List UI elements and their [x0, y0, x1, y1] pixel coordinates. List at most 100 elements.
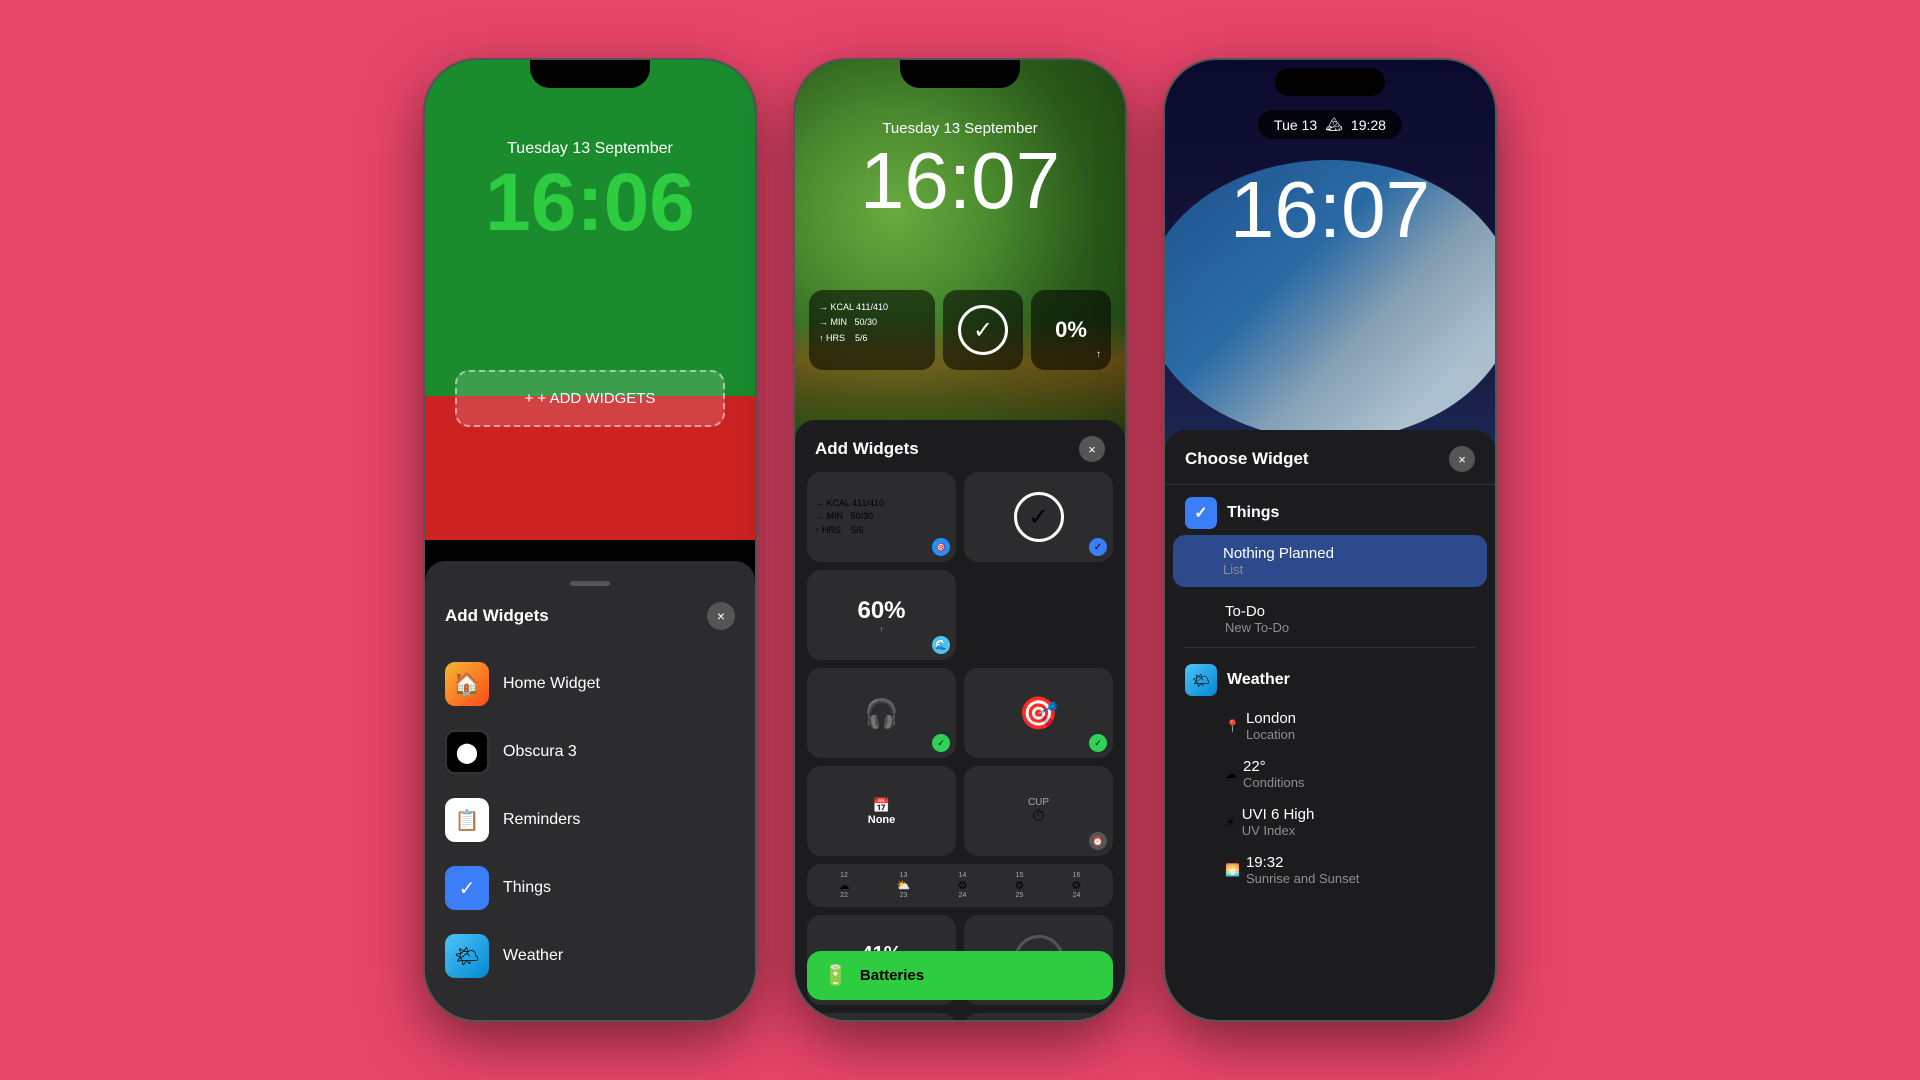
conditions-name: 22° [1243, 758, 1304, 775]
weather-label: Weather [503, 947, 563, 965]
obscura-icon: ⬤ [445, 730, 489, 774]
check-badge: ✓ [1089, 538, 1107, 556]
phone1-time-area: Tuesday 13 September 16:06 [425, 140, 755, 244]
conditions-row: ☁ 22° Conditions [1225, 758, 1475, 790]
things-section-header: ✓ Things [1165, 485, 1495, 535]
weather-section-icon: 🌤 [1185, 664, 1217, 696]
location-icon: 📍 [1225, 719, 1240, 733]
phone3-time-area: 16:07 [1165, 170, 1495, 250]
london-name: London [1246, 710, 1296, 727]
dynamic-island [1275, 68, 1385, 96]
phone3-big-time: 16:07 [1165, 170, 1495, 250]
cup-icon: ⏱ [1028, 808, 1049, 826]
kcal-widget: → KCAL 411/410→ MIN 50/30↑ HRS 5/6 [809, 290, 935, 370]
widgets-grid-4: ☁ 22° Partly Cloudy H:31° L:18° 🌊 💡 Ligh… [795, 1013, 1125, 1020]
conditions-sub: Conditions [1243, 775, 1304, 790]
panel-handle [570, 581, 610, 586]
things-section-name: Things [1227, 504, 1279, 522]
weather-icon: 🌤 [445, 934, 489, 978]
add-widgets-panel: Add Widgets × 🏠 Home Widget ⬤ Obscura 3 … [425, 561, 755, 1020]
cloud-icon: 🌤 [1192, 672, 1210, 689]
list-item-weather[interactable]: 🌤 Weather [425, 922, 755, 990]
batteries-bar[interactable]: 🔋 Batteries [807, 951, 1113, 1000]
pct-label: 0% [1055, 317, 1087, 343]
choose-widget-panel: Choose Widget × ✓ Things Nothing Planned… [1165, 430, 1495, 1020]
kcal-text: → KCAL 411/410→ MIN 50/30↑ HRS 5/6 [819, 300, 925, 346]
phone-3: Tue 13 🏔 19:28 16:07 Choose Widget × ✓ T… [1165, 60, 1495, 1020]
status-date: Tue 13 [1274, 117, 1317, 133]
sun-icon: ☀ [1225, 815, 1236, 829]
london-row: 📍 London Location [1225, 710, 1475, 742]
list-item-home[interactable]: 🏠 Home Widget [425, 650, 755, 718]
spacer [1165, 587, 1495, 595]
wg-none-cell[interactable]: 📅 None [807, 766, 956, 856]
cw-title: Choose Widget [1185, 449, 1309, 469]
uvi-content: UVI 6 High UV Index [1242, 806, 1315, 838]
wg-calendar-row-cell[interactable]: 12 ☁ 22 13 ⛅ 23 14 ⚙ 24 15 [807, 864, 1113, 907]
panel-title-row: Add Widgets × [425, 602, 755, 630]
phone3-status-bar: Tue 13 🏔 19:28 [1165, 110, 1495, 139]
wg-60pct-content: 60% ↑ [857, 597, 905, 634]
wg-check-cell[interactable]: ✓ ✓ [964, 472, 1113, 562]
pct-widget: 0% ↑ [1031, 290, 1111, 370]
widgets-grid: → KCAL 411/410→ MIN 50/30↑ HRS 5/6 🎯 ✓ ✓… [795, 472, 1125, 668]
wg-kcal-cell[interactable]: → KCAL 411/410→ MIN 50/30↑ HRS 5/6 🎯 [807, 472, 956, 562]
list-item-things[interactable]: ✓ Things [425, 854, 755, 922]
conditions-content: 22° Conditions [1243, 758, 1304, 790]
weather-item-london[interactable]: 📍 London Location [1165, 702, 1495, 750]
up-arrow-icon: ↑ [1096, 349, 1101, 360]
phone1-date: Tuesday 13 September [425, 140, 755, 158]
weather-section-name: Weather [1227, 671, 1290, 689]
weather-item-sunrise[interactable]: 🌅 19:32 Sunrise and Sunset [1165, 846, 1495, 894]
wg-weather-bottom-cell[interactable]: ☁ 22° Partly Cloudy H:31° L:18° 🌊 [807, 1013, 956, 1020]
check-circle: ✓ [958, 305, 1008, 355]
todo-sub: New To-Do [1225, 620, 1475, 635]
sunrise-content: 19:32 Sunrise and Sunset [1246, 854, 1359, 886]
cup-content: CUP ⏱ [1028, 797, 1049, 826]
calendar-row: 12 ☁ 22 13 ⛅ 23 14 ⚙ 24 15 [815, 872, 1105, 899]
cal-day-13: 13 ⛅ 23 [897, 872, 911, 899]
things-label: Things [503, 879, 551, 897]
wg-airpods-cell[interactable]: 🎧 ✓ [807, 668, 956, 758]
cup-label: CUP [1028, 797, 1049, 808]
things-item-todo[interactable]: To-Do New To-Do [1165, 595, 1495, 643]
list-item-reminders[interactable]: 📋 Reminders [425, 786, 755, 854]
conditions-icon: ☁ [1225, 767, 1237, 781]
wg-check-circle: ✓ [1014, 492, 1064, 542]
wg-kcal-text: → KCAL 411/410→ MIN 50/30↑ HRS 5/6 [807, 489, 956, 546]
panel2-close-button[interactable]: × [1079, 436, 1105, 462]
list-item-obscura[interactable]: ⬤ Obscura 3 [425, 718, 755, 786]
wg-lights-cell[interactable]: 💡 Lights None Responding 🔶 [964, 1013, 1113, 1020]
wg-target-cell[interactable]: 🎯 ✓ [964, 668, 1113, 758]
phone-1: Tuesday 13 September 16:06 + + ADD WIDGE… [425, 60, 755, 1020]
battery-icon: 🔋 [823, 963, 848, 988]
calendar-icon: 📅 [868, 797, 896, 814]
weather-item-uvi[interactable]: ☀ UVI 6 High UV Index [1165, 798, 1495, 846]
things-item-nothing-planned[interactable]: Nothing Planned List [1173, 535, 1487, 587]
cw-close-button[interactable]: × [1449, 446, 1475, 472]
add-widgets-label: + ADD WIDGETS [538, 390, 656, 407]
panel2-title: Add Widgets [815, 439, 919, 459]
wg-cup-cell[interactable]: CUP ⏱ ⏰ [964, 766, 1113, 856]
wg-60pct-label: 60% [857, 597, 905, 625]
sunrise-row: 🌅 19:32 Sunrise and Sunset [1225, 854, 1475, 886]
plus-icon: + [525, 390, 534, 407]
notch [530, 60, 650, 88]
london-sub: Location [1246, 727, 1296, 742]
sunrise-icon: 🌅 [1225, 863, 1240, 877]
wg-60pct-cell[interactable]: 60% ↑ 🌊 [807, 570, 956, 660]
weather-item-conditions[interactable]: ☁ 22° Conditions [1165, 750, 1495, 798]
mountain-icon: 🏔 [1325, 116, 1343, 133]
uvi-sub: UV Index [1242, 823, 1315, 838]
phone2-date: Tuesday 13 September [795, 120, 1125, 137]
wg-none-content: 📅 None [868, 797, 896, 826]
nothing-planned-sub: List [1223, 562, 1475, 577]
cw-title-row: Choose Widget × [1165, 430, 1495, 485]
add-widgets-button[interactable]: + + ADD WIDGETS [455, 370, 725, 427]
panel-close-button[interactable]: × [707, 602, 735, 630]
phone2-widgets-area: → KCAL 411/410→ MIN 50/30↑ HRS 5/6 ✓ 0% … [809, 290, 1111, 370]
things-icon: ✓ [445, 866, 489, 910]
cup-badge: ⏰ [1089, 832, 1107, 850]
uvi-name: UVI 6 High [1242, 806, 1315, 823]
weather-section-header: 🌤 Weather [1165, 652, 1495, 702]
